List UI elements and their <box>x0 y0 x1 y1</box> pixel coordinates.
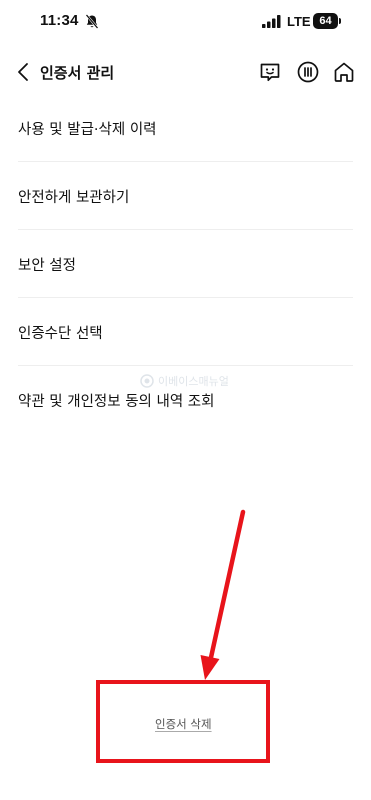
status-time: 11:34 <box>40 12 79 29</box>
bell-slash-icon <box>85 14 99 29</box>
network-label: LTE <box>287 14 311 29</box>
status-bar: 11:34 LTE 64 <box>0 0 371 44</box>
certificate-management-screen: 11:34 LTE 64 인증서 관리 사용 및 발급·삭제 이력 안전하게 보… <box>0 0 371 800</box>
menu-item-label: 안전하게 보관하기 <box>18 190 130 206</box>
battery-icon: 64 <box>313 13 342 29</box>
chat-face-icon[interactable] <box>258 60 282 84</box>
menu-item-safe-storage[interactable]: 안전하게 보관하기 <box>18 162 353 230</box>
menu-icon[interactable] <box>296 60 320 84</box>
battery-cap <box>339 18 341 24</box>
delete-certificate-button[interactable]: 인증서 삭제 <box>155 716 212 732</box>
watermark-text: 이베이스매뉴얼 <box>158 375 229 388</box>
menu-item-label: 보안 설정 <box>18 258 76 274</box>
watermark-logo-icon <box>140 374 154 388</box>
menu-item-label: 사용 및 발급·삭제 이력 <box>18 122 157 138</box>
page-title: 인증서 관리 <box>40 64 115 82</box>
signal-icon <box>262 15 281 28</box>
menu-item-security-settings[interactable]: 보안 설정 <box>18 230 353 298</box>
menu-item-auth-method[interactable]: 인증수단 선택 <box>18 298 353 366</box>
home-icon[interactable] <box>332 60 356 84</box>
menu-item-label: 인증수단 선택 <box>18 326 103 342</box>
menu-item-label: 약관 및 개인정보 동의 내역 조회 <box>18 394 215 410</box>
menu-item-usage-history[interactable]: 사용 및 발급·삭제 이력 <box>18 94 353 162</box>
app-header: 인증서 관리 <box>0 50 371 94</box>
chevron-left-icon[interactable] <box>12 59 36 85</box>
battery-level: 64 <box>313 13 338 29</box>
